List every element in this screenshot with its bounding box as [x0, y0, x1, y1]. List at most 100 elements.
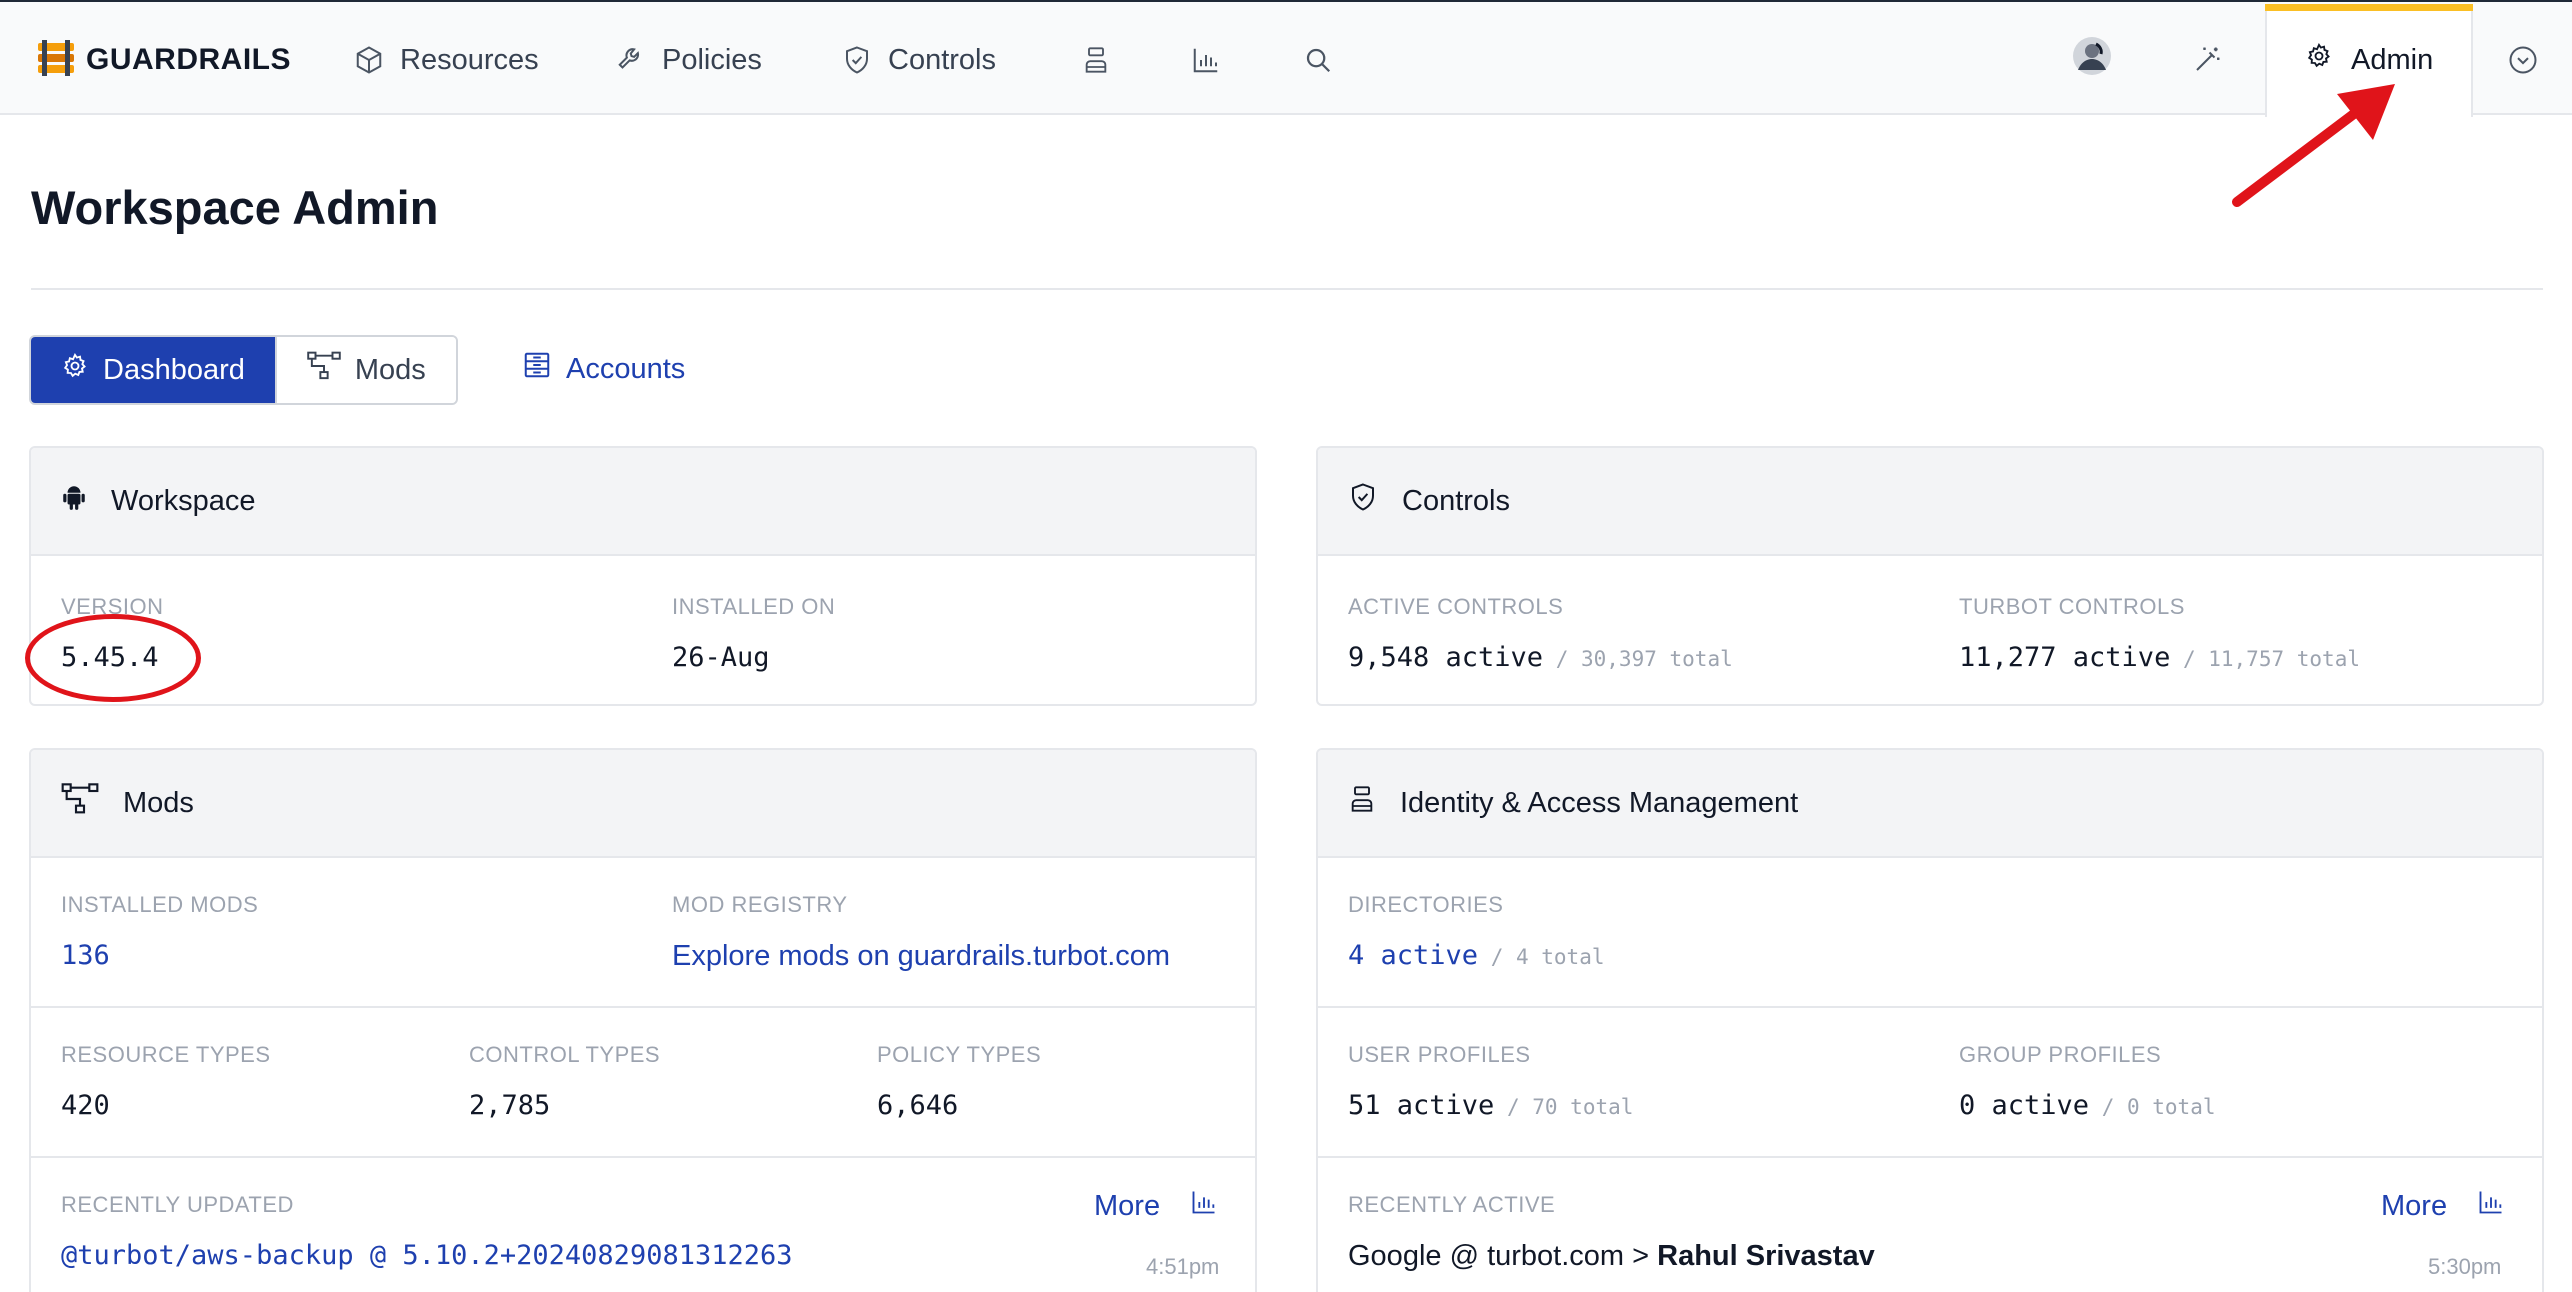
mods-recent-row: RECENTLY UPDATED @turbot/aws-backup @ 5.…: [31, 1158, 1255, 1292]
group-profiles-value: 0 active: [1959, 1090, 2090, 1121]
iam-panel-header: Identity & Access Management: [1318, 750, 2542, 858]
tab-mods-label: Mods: [354, 353, 426, 386]
chevron-circle-icon: [2508, 45, 2538, 75]
group-profiles-total: / 0 total: [2089, 1095, 2216, 1119]
tab-mods[interactable]: Mods: [274, 337, 456, 403]
nav-iam[interactable]: [1082, 38, 1110, 82]
magic-wand-icon: [2192, 45, 2222, 75]
shield-icon: [842, 45, 872, 75]
user-avatar-button[interactable]: [2072, 36, 2112, 84]
installed-value: 26-Aug: [672, 642, 770, 673]
installed-mods-cell: INSTALLED MODS 136: [61, 892, 258, 971]
nav-policies-label: Policies: [662, 43, 762, 76]
nav-more-button[interactable]: [2508, 38, 2538, 82]
user-profiles-cell[interactable]: USER PROFILES 51 active / 70 total: [1348, 1042, 1633, 1121]
user-profiles-label: USER PROFILES: [1348, 1042, 1531, 1067]
nav-tools[interactable]: [2192, 38, 2222, 82]
policy-types-value: 6,646: [877, 1090, 959, 1121]
directories-value[interactable]: 4 active: [1348, 940, 1478, 971]
controls-title: Controls: [1402, 484, 1510, 517]
shield-icon: [1348, 482, 1378, 520]
active-tab-indicator: [2265, 4, 2473, 11]
mod-registry-link[interactable]: Explore mods on guardrails.turbot.com: [672, 940, 1170, 973]
controls-panel: Controls ACTIVE CONTROLS 9,548 active / …: [1316, 446, 2544, 706]
iam-title: Identity & Access Management: [1400, 786, 1799, 819]
resource-types-value: 420: [61, 1090, 110, 1121]
mods-more-link[interactable]: More: [1094, 1188, 1218, 1224]
mods-more-label: More: [1094, 1189, 1161, 1222]
user-badge-icon: [1348, 784, 1376, 822]
workspace-panel: Workspace VERSION 5.45.4 INSTALLED ON 26…: [29, 446, 1257, 706]
nav-admin-label: Admin: [2351, 43, 2434, 76]
recent-mod-link[interactable]: @turbot/aws-backup @ 5.10.2+202408290813…: [61, 1240, 793, 1271]
recent-user-name: Rahul Srivastav: [1657, 1240, 1875, 1272]
mods-installed-row: INSTALLED MODS 136 MOD REGISTRY Explore …: [31, 858, 1255, 1008]
directories-cell[interactable]: DIRECTORIES 4 active / 4 total: [1348, 892, 1604, 971]
turbot-controls-cell[interactable]: TURBOT CONTROLS 11,277 active / 11,757 t…: [1959, 594, 2360, 673]
group-profiles-label: GROUP PROFILES: [1959, 1042, 2162, 1067]
iam-panel: Identity & Access Management DIRECTORIES…: [1316, 748, 2544, 1292]
divider: [31, 288, 2543, 290]
directories-label: DIRECTORIES: [1348, 892, 1504, 917]
accounts-link[interactable]: Accounts: [522, 350, 685, 388]
recently-active-cell: RECENTLY ACTIVE Google @ turbot.com > Ra…: [1348, 1192, 1875, 1273]
recently-updated-label: RECENTLY UPDATED: [61, 1192, 294, 1217]
iam-directories-row: DIRECTORIES 4 active / 4 total: [1318, 858, 2542, 1008]
turbot-controls-total: / 11,757 total: [2170, 647, 2360, 671]
gear-icon: [2305, 42, 2333, 78]
tab-dashboard-label: Dashboard: [103, 353, 245, 386]
resource-types-cell: RESOURCE TYPES 420: [61, 1042, 271, 1121]
control-types-value: 2,785: [469, 1090, 551, 1121]
user-badge-icon: [1082, 45, 1110, 75]
nav-search[interactable]: [1303, 38, 1333, 82]
workspace-title: Workspace: [111, 484, 256, 517]
iam-more-label: More: [2381, 1189, 2448, 1222]
mods-title: Mods: [123, 786, 194, 819]
accounts-icon: [522, 350, 552, 388]
turbot-controls-value: 11,277 active: [1959, 642, 2171, 673]
installed-label: INSTALLED ON: [672, 594, 836, 619]
cube-icon: [354, 45, 384, 75]
annotation-arrow: [2232, 84, 2395, 207]
nav-reports[interactable]: [1191, 38, 1221, 82]
user-profiles-value: 51 active: [1348, 1090, 1495, 1121]
recently-active-label: RECENTLY ACTIVE: [1348, 1192, 1556, 1217]
nav-policies[interactable]: Policies: [616, 38, 762, 82]
installed-cell: INSTALLED ON 26-Aug: [672, 594, 835, 673]
active-controls-cell[interactable]: ACTIVE CONTROLS 9,548 active / 30,397 to…: [1348, 594, 1733, 673]
controls-info-row: ACTIVE CONTROLS 9,548 active / 30,397 to…: [1318, 556, 2542, 704]
iam-more-link[interactable]: More: [2381, 1188, 2505, 1224]
user-profiles-total: / 70 total: [1494, 1095, 1634, 1119]
logo-text: GUARDRAILS: [86, 43, 291, 76]
logo[interactable]: GUARDRAILS: [36, 39, 291, 80]
top-nav: GUARDRAILS Resources Policies Controls A…: [0, 0, 2572, 117]
control-types-cell: CONTROL TYPES 2,785: [469, 1042, 660, 1121]
mod-registry-label: MOD REGISTRY: [672, 892, 848, 917]
mods-panel-header: Mods: [31, 750, 1255, 858]
iam-profiles-row: USER PROFILES 51 active / 70 total GROUP…: [1318, 1008, 2542, 1158]
active-controls-total: / 30,397 total: [1543, 647, 1733, 671]
recently-updated-cell: RECENTLY UPDATED @turbot/aws-backup @ 5.…: [61, 1192, 793, 1271]
workspace-panel-header: Workspace: [31, 448, 1255, 556]
nav-resources-label: Resources: [400, 43, 539, 76]
nav-resources[interactable]: Resources: [354, 38, 539, 82]
installed-mods-link[interactable]: 136: [61, 940, 258, 971]
group-profiles-cell[interactable]: GROUP PROFILES 0 active / 0 total: [1959, 1042, 2215, 1121]
wrench-icon: [616, 45, 646, 75]
active-controls-label: ACTIVE CONTROLS: [1348, 594, 1564, 619]
android-icon: [61, 483, 87, 519]
resource-types-label: RESOURCE TYPES: [61, 1042, 271, 1067]
policy-types-label: POLICY TYPES: [877, 1042, 1042, 1067]
controls-panel-header: Controls: [1318, 448, 2542, 556]
recent-user-link[interactable]: Google @ turbot.com > Rahul Srivastav: [1348, 1240, 1875, 1273]
annotation-circle: [25, 614, 201, 702]
page-title: Workspace Admin: [31, 181, 439, 234]
chart-icon: [2477, 1188, 2505, 1224]
recent-user-prefix: Google @ turbot.com >: [1348, 1240, 1658, 1272]
avatar: [2072, 36, 2112, 84]
tab-dashboard[interactable]: Dashboard: [31, 337, 275, 403]
policy-types-cell: POLICY TYPES 6,646: [877, 1042, 1041, 1121]
accounts-label: Accounts: [566, 352, 686, 385]
iam-recent-row: RECENTLY ACTIVE Google @ turbot.com > Ra…: [1318, 1158, 2542, 1292]
nav-controls[interactable]: Controls: [842, 38, 996, 82]
